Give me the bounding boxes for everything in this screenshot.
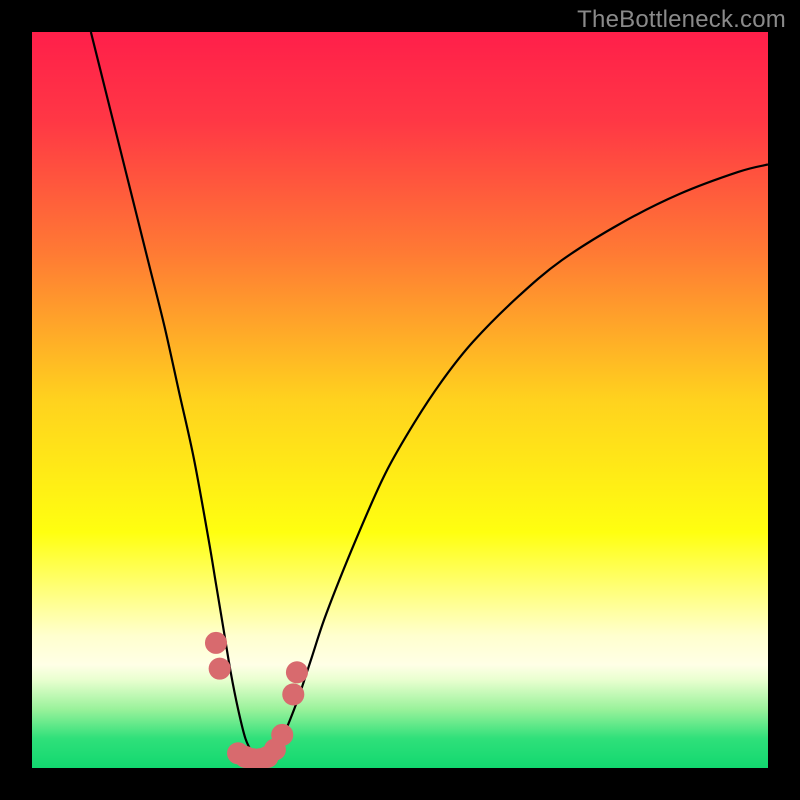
plot-area [32, 32, 768, 768]
data-marker [282, 683, 304, 705]
data-marker [205, 632, 227, 654]
data-marker [286, 661, 308, 683]
watermark-text: TheBottleneck.com [577, 6, 786, 34]
data-marker [271, 724, 293, 746]
gradient-background [32, 32, 768, 768]
chart-svg [32, 32, 768, 768]
chart-frame: TheBottleneck.com [0, 0, 800, 800]
data-marker [209, 658, 231, 680]
